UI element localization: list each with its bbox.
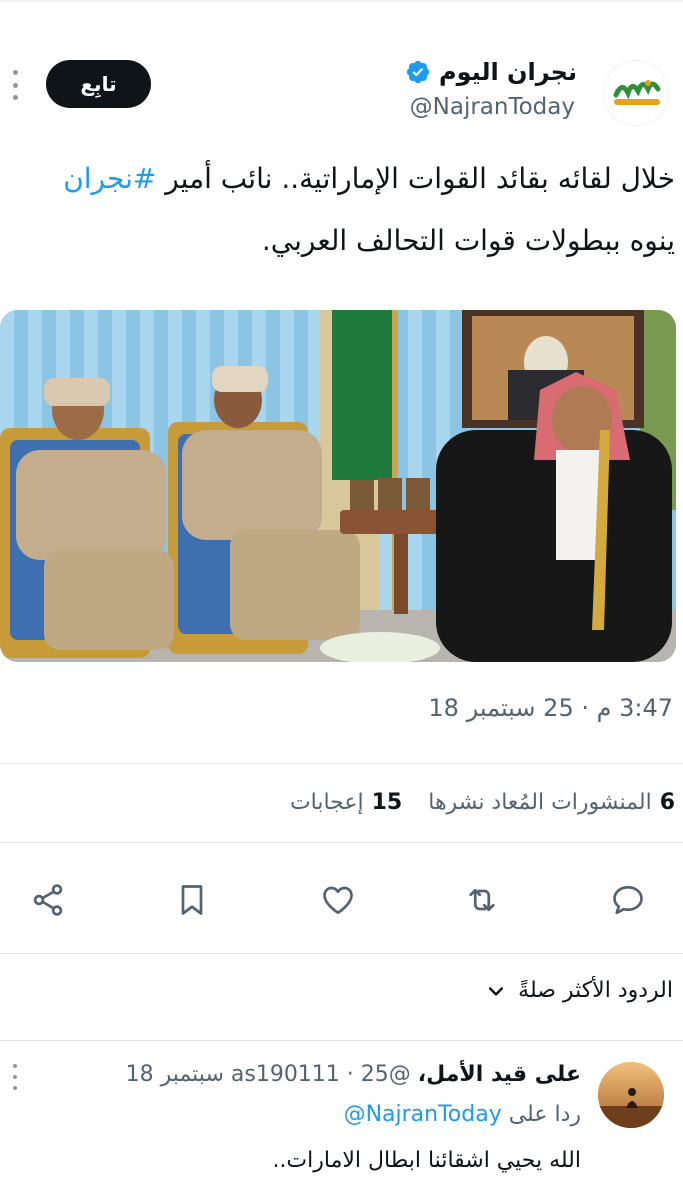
reply-meta[interactable]: @as190111 · 25 سبتمبر 18 — [126, 1062, 411, 1087]
divider — [0, 763, 683, 764]
like-button[interactable] — [316, 876, 360, 924]
heart-icon — [323, 886, 353, 915]
likes-count: 15 — [371, 790, 403, 815]
share-button[interactable] — [26, 876, 70, 924]
bookmark-button[interactable] — [170, 876, 214, 924]
likes-label: إعجابات — [289, 790, 364, 815]
najran-today-logo — [604, 61, 668, 125]
repost-button[interactable] — [460, 876, 504, 924]
more-options-icon[interactable] — [6, 70, 24, 100]
repost-icon — [469, 888, 495, 912]
author-display-name[interactable]: نجران اليوم — [439, 58, 577, 86]
reply-author-avatar[interactable] — [598, 1062, 664, 1128]
divider — [0, 842, 683, 843]
chevron-down-icon — [489, 986, 504, 996]
likes-stat[interactable]: 15 إعجابات — [290, 790, 402, 815]
reply-more-options-icon[interactable] — [6, 1064, 24, 1090]
tweet-text-line-2: ينوه ببطولات قوات التحالف العربي. — [261, 224, 675, 257]
hashtag-link[interactable]: #نجران — [63, 162, 156, 195]
replies-sort-selector[interactable]: الردود الأكثر صلةً — [486, 978, 673, 1003]
follow-button[interactable]: تابِع — [46, 60, 151, 108]
reply-icon — [613, 885, 643, 915]
reposts-label: المنشورات المُعاد نشرها — [428, 790, 652, 815]
author-handle[interactable]: @NajranToday — [410, 94, 575, 120]
reply-text: الله يحيي اشقائنا ابطال الامارات.. — [272, 1148, 581, 1173]
replying-to-handle[interactable]: @NajranToday — [344, 1102, 502, 1127]
replies-sort-label: الردود الأكثر صلةً — [518, 978, 673, 1003]
replying-to-prefix: ردا على — [508, 1102, 581, 1127]
tweet-text-line-1: خلال لقائه بقائد القوات الإماراتية.. نائ… — [7, 148, 675, 210]
top-divider — [0, 0, 683, 2]
tweet-text-part: خلال لقائه بقائد القوات الإماراتية.. نائ… — [156, 162, 675, 195]
engagement-stats: 6 المنشورات المُعاد نشرها 15 إعجابات — [290, 790, 675, 815]
reposts-stat[interactable]: 6 المنشورات المُعاد نشرها — [428, 790, 675, 815]
tweet-text: خلال لقائه بقائد القوات الإماراتية.. نائ… — [7, 148, 675, 272]
divider — [0, 953, 683, 954]
tweet-timestamp[interactable]: 3:47 م · 25 سبتمبر 18 — [428, 694, 673, 722]
share-icon — [33, 884, 63, 916]
author-avatar[interactable] — [603, 60, 669, 126]
photo-scene — [0, 310, 676, 662]
reposts-count: 6 — [659, 790, 675, 815]
reply-header: على قيد الأمل، @as190111 · 25 سبتمبر 18 — [126, 1062, 581, 1087]
bookmark-icon — [181, 885, 203, 915]
verified-badge-icon — [406, 60, 430, 84]
reply-button[interactable] — [606, 876, 650, 924]
tweet-photo[interactable] — [0, 310, 676, 662]
divider — [0, 1040, 683, 1041]
author-name-row[interactable]: نجران اليوم — [405, 58, 577, 86]
reply-avatar-image — [598, 1062, 664, 1128]
action-bar — [0, 876, 683, 924]
reply-author-name[interactable]: على قيد الأمل، — [418, 1062, 581, 1087]
replying-to: ردا على @NajranToday — [344, 1102, 581, 1127]
